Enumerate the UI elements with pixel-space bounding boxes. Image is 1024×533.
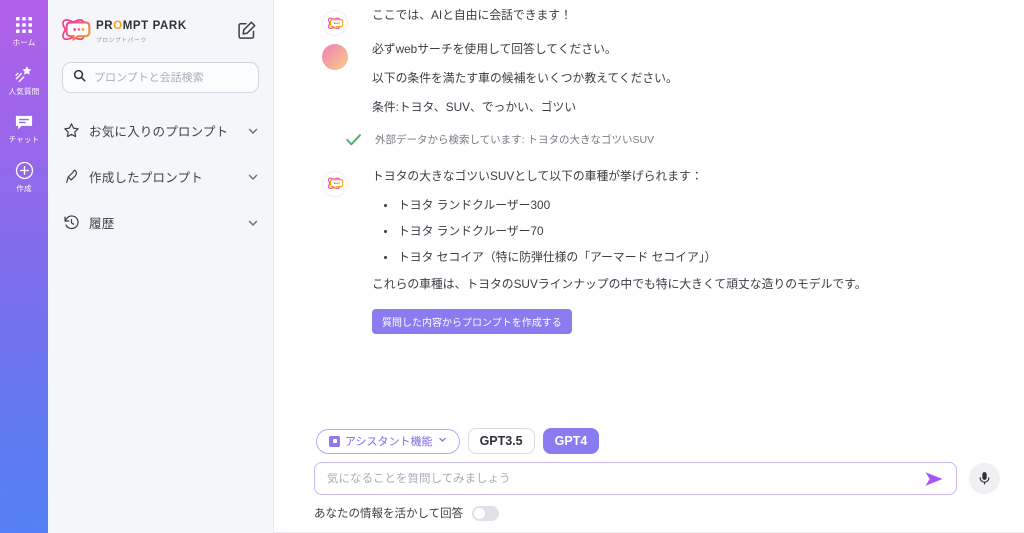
intro-text: ここでは、AIと自由に会話できます！ bbox=[372, 8, 572, 22]
rail-item-create[interactable]: 作成 bbox=[0, 160, 48, 193]
composer-input-row bbox=[314, 462, 1000, 495]
rail-label-create: 作成 bbox=[16, 183, 32, 193]
message-thread: ここでは、AIと自由に会話できます！ 必ずwebサーチを使用して回答してください… bbox=[274, 0, 1024, 428]
assistant-icon bbox=[329, 435, 340, 447]
brand-subtitle: プロンプトパーク bbox=[96, 38, 147, 44]
list-item: トヨタ ランドクルーザー300 bbox=[372, 198, 1000, 213]
composer: アシスタント機能 GPT3.5 GPT4 気になることを質問してみましょう あな… bbox=[274, 428, 1024, 533]
user-line: 必ずwebサーチを使用して回答してください。 bbox=[372, 41, 617, 56]
plus-circle-icon bbox=[13, 160, 35, 182]
create-prompt-from-question-button[interactable]: 質問した内容からプロンプトを作成する bbox=[372, 308, 572, 334]
search-icon bbox=[73, 69, 86, 87]
sidebar-item-label: 作成したプロンプト bbox=[89, 170, 203, 185]
chat-input[interactable] bbox=[327, 472, 924, 485]
sidebar-item-label: 履歴 bbox=[89, 216, 115, 231]
star-icon bbox=[62, 121, 80, 139]
rail-label-home: ホーム bbox=[12, 38, 36, 47]
search-wrapper bbox=[48, 50, 273, 93]
answer-bullet-list: トヨタ ランドクルーザー300 トヨタ ランドクルーザー70 トヨタ セコイア（… bbox=[372, 198, 1000, 266]
list-item: トヨタ セコイア（特に防弾仕様の「アーマード セコイア」） bbox=[372, 250, 1000, 265]
brand-title: PROMPT PARK bbox=[96, 20, 187, 32]
compose-edit-icon[interactable] bbox=[237, 20, 257, 40]
rail-item-home[interactable]: ホーム bbox=[0, 14, 48, 47]
assistant-chip-label: アシスタント機能 bbox=[345, 436, 433, 448]
left-icon-rail: ホーム 人気質問 チャット 作成 bbox=[0, 0, 48, 533]
assistant-function-chip[interactable]: アシスタント機能 bbox=[316, 428, 460, 454]
search-box[interactable] bbox=[62, 62, 259, 93]
chevron-down-icon[interactable] bbox=[247, 124, 259, 136]
rail-label-chat: チャット bbox=[8, 135, 40, 144]
feather-pen-icon bbox=[62, 167, 80, 185]
prompt-park-logo-icon bbox=[58, 14, 94, 46]
shooting-star-icon bbox=[13, 63, 35, 85]
sidebar: PROMPT PARK プロンプトパーク プロンプトと会話検索 お気に入りのプロ… bbox=[48, 0, 274, 533]
history-clock-icon bbox=[62, 213, 80, 231]
composer-chip-row: アシスタント機能 GPT3.5 GPT4 bbox=[314, 428, 1000, 454]
rail-label-popular-questions: 人気質問 bbox=[8, 86, 40, 96]
model-chip-gpt35[interactable]: GPT3.5 bbox=[467, 428, 535, 454]
chevron-down-icon[interactable] bbox=[247, 216, 259, 228]
search-input[interactable] bbox=[94, 71, 248, 84]
bot-avatar bbox=[322, 170, 348, 197]
rail-item-popular-questions[interactable]: 人気質問 bbox=[0, 63, 48, 96]
sidebar-nav: お気に入りのプロンプト 作成したプロンプト 履歴 bbox=[48, 93, 273, 245]
main-chat-area: ここでは、AIと自由に会話できます！ 必ずwebサーチを使用して回答してください… bbox=[274, 0, 1024, 533]
sidebar-item-favorite-prompts[interactable]: お気に入りのプロンプト bbox=[62, 107, 259, 153]
chevron-down-icon bbox=[438, 435, 447, 447]
grid-icon bbox=[13, 14, 35, 36]
app-root: ホーム 人気質問 チャット 作成 PROMPT PARK プロンプトパーク プロ… bbox=[0, 0, 1024, 533]
sidebar-item-created-prompts[interactable]: 作成したプロンプト bbox=[62, 153, 259, 199]
list-item: トヨタ ランドクルーザー70 bbox=[372, 224, 1000, 239]
user-avatar bbox=[322, 43, 348, 70]
avatar[interactable] bbox=[12, 487, 36, 511]
brand-header: PROMPT PARK プロンプトパーク bbox=[48, 0, 273, 50]
user-line: 以下の条件を満たす車の候補をいくつか教えてください。 bbox=[372, 70, 678, 85]
message-user: 必ずwebサーチを使用して回答してください。 以下の条件を満たす車の候補をいくつ… bbox=[274, 42, 1024, 116]
personalization-toggle-label: あなたの情報を活かして回答 bbox=[314, 508, 464, 520]
model-chip-gpt4[interactable]: GPT4 bbox=[542, 428, 600, 454]
sidebar-item-history[interactable]: 履歴 bbox=[62, 199, 259, 245]
search-status-text: 外部データから検索しています: トヨタの大きなゴツいSUV bbox=[375, 133, 655, 146]
message-assistant-answer: トヨタの大きなゴツいSUVとして以下の車種が挙げられます： トヨタ ランドクルー… bbox=[274, 169, 1024, 334]
rail-item-chat[interactable]: チャット bbox=[0, 111, 48, 144]
chat-input-box[interactable] bbox=[314, 462, 957, 495]
chevron-down-icon[interactable] bbox=[247, 170, 259, 182]
message-body: トヨタの大きなゴツいSUVとして以下の車種が挙げられます： トヨタ ランドクルー… bbox=[372, 169, 1000, 334]
personalization-toggle[interactable] bbox=[472, 505, 500, 521]
microphone-icon[interactable] bbox=[969, 463, 1000, 494]
answer-intro: トヨタの大きなゴツいSUVとして以下の車種が挙げられます： bbox=[372, 168, 703, 183]
chat-bubble-icon bbox=[13, 111, 35, 133]
message-intro: ここでは、AIと自由に会話できます！ bbox=[274, 8, 1024, 36]
send-arrow-icon[interactable] bbox=[924, 471, 944, 487]
search-status-row: 外部データから検索しています: トヨタの大きなゴツいSUV bbox=[274, 130, 1024, 149]
bot-avatar bbox=[322, 10, 348, 36]
answer-outro: これらの車種は、トヨタのSUVラインナップの中でも特に大きくて頑丈な造りのモデル… bbox=[372, 276, 867, 291]
user-line: 条件:トヨタ、SUV、でっかい、ゴツい bbox=[372, 99, 577, 114]
green-check-icon bbox=[344, 130, 363, 149]
personalization-toggle-row: あなたの情報を活かして回答 bbox=[314, 505, 1000, 533]
brand-text: PROMPT PARK プロンプトパーク bbox=[96, 16, 237, 44]
message-body: ここでは、AIと自由に会話できます！ bbox=[372, 8, 1000, 24]
sidebar-item-label: お気に入りのプロンプト bbox=[89, 124, 229, 139]
message-body: 必ずwebサーチを使用して回答してください。 以下の条件を満たす車の候補をいくつ… bbox=[372, 42, 1000, 116]
